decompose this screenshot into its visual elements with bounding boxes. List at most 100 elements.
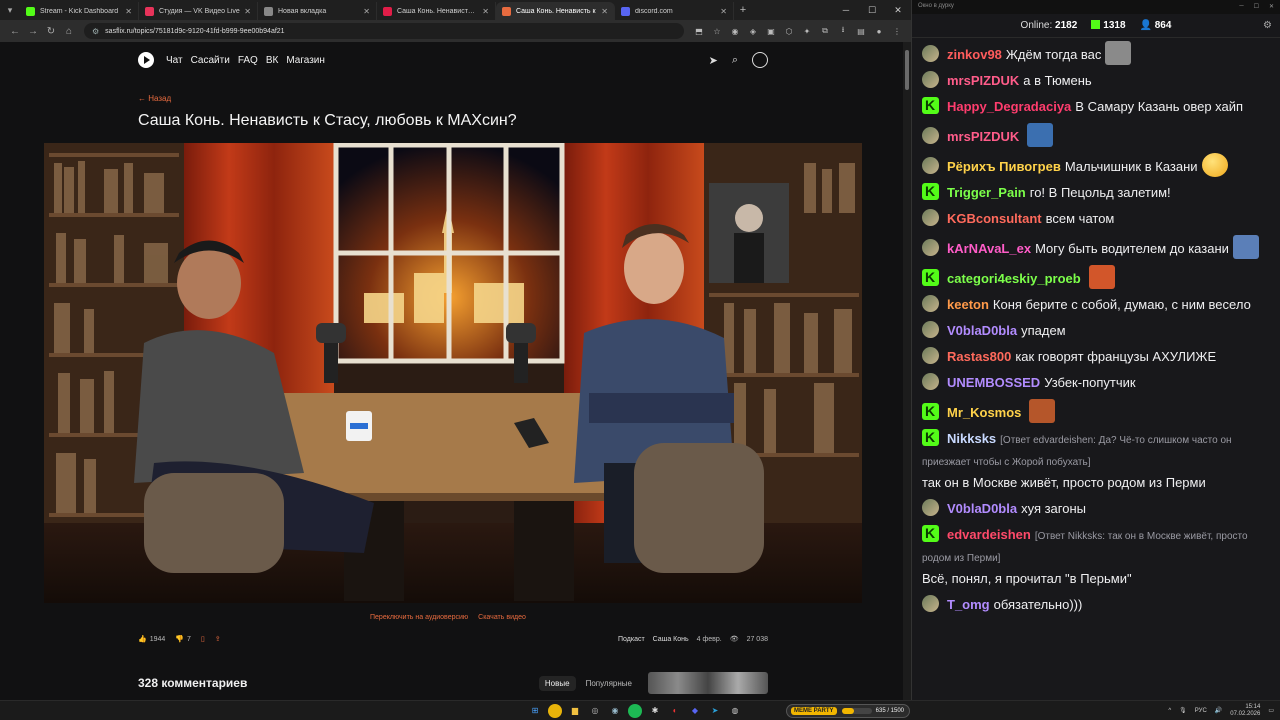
chat-username[interactable]: Happy_Degradaciya xyxy=(947,99,1071,114)
browser-tab[interactable]: Новая вкладка ✕ xyxy=(258,2,377,20)
close-icon[interactable]: ✕ xyxy=(885,5,911,16)
share-icon[interactable]: ⇪ xyxy=(215,635,221,643)
telegram-icon[interactable]: ➤ xyxy=(708,704,722,718)
windows-start-icon[interactable]: ⊞ xyxy=(528,704,542,718)
chat-username[interactable]: UNEMBOSSED xyxy=(947,375,1040,390)
volume-icon[interactable]: 🔊 xyxy=(1215,707,1222,714)
tab-close-icon[interactable]: ✕ xyxy=(720,7,727,16)
close-icon[interactable]: ✕ xyxy=(1269,3,1274,11)
chat-username[interactable]: KGBconsultant xyxy=(947,211,1042,226)
tag-podcast[interactable]: Подкаст xyxy=(618,636,645,643)
spotify-icon[interactable] xyxy=(628,703,642,718)
scrollbar-thumb[interactable] xyxy=(905,50,909,90)
reload-icon[interactable]: ↻ xyxy=(42,26,60,37)
profile-icon[interactable]: ● xyxy=(872,24,886,38)
mic-icon[interactable]: 🎙 xyxy=(1179,707,1187,714)
tab-close-icon[interactable]: ✕ xyxy=(125,7,132,16)
maximize-icon[interactable]: ☐ xyxy=(1254,3,1259,11)
download-icon[interactable]: ⭳ xyxy=(836,24,850,38)
tab-search-icon[interactable]: ▾ xyxy=(0,0,20,20)
minimize-icon[interactable]: ─ xyxy=(1239,3,1243,11)
download-video-link[interactable]: Скачать видео xyxy=(478,614,526,621)
extension-icon[interactable]: ◈ xyxy=(746,24,760,38)
site-logo-play-icon[interactable] xyxy=(138,52,154,68)
extension-icon[interactable]: ◉ xyxy=(728,24,742,38)
extension-icon[interactable]: ✦ xyxy=(800,24,814,38)
browser-tab[interactable]: Саша Конь. Ненависть к ✕ xyxy=(496,2,615,20)
chat-username[interactable]: mrsPIZDUK xyxy=(947,129,1019,144)
clock[interactable]: 15:14 07.02.2026 xyxy=(1230,704,1260,718)
browser-tab[interactable]: Саша Конь. Ненависть к Стас ✕ xyxy=(377,2,496,20)
chat-username[interactable]: Рёрихъ Пивогрев xyxy=(947,159,1061,174)
chat-username[interactable]: Rastas800 xyxy=(947,349,1011,364)
browser-tab[interactable]: Студия — VK Видео Live ✕ xyxy=(139,2,258,20)
install-icon[interactable]: ⬒ xyxy=(692,24,706,38)
chat-username[interactable]: kArNAvaL_ex xyxy=(947,241,1031,256)
bookmark-star-icon[interactable]: ☆ xyxy=(710,24,724,38)
tag-author[interactable]: Саша Конь xyxy=(653,636,689,643)
banner-image[interactable] xyxy=(648,672,768,694)
chat-username[interactable]: Mr_Kosmos xyxy=(947,405,1021,420)
chat-username[interactable]: keeton xyxy=(947,297,989,312)
discord-icon[interactable]: ◆ xyxy=(688,704,702,718)
url-field[interactable]: ⚙ sasflix.ru/topics/75181d9c-9120-41fd-b… xyxy=(84,23,684,39)
browser-tab[interactable]: Stream - Kick Dashboard ✕ xyxy=(20,2,139,20)
sort-new-button[interactable]: Новые xyxy=(538,675,576,691)
back-link[interactable]: ← Назад xyxy=(138,94,171,103)
settings-gear-icon[interactable]: ⚙ xyxy=(1263,20,1272,31)
obs-icon[interactable]: ◍ xyxy=(728,704,742,718)
maximize-icon[interactable]: ☐ xyxy=(859,5,885,16)
site-info-icon[interactable]: ⚙ xyxy=(92,27,99,36)
chat-username[interactable]: categori4eskiy_proeb xyxy=(947,271,1081,286)
app-icon[interactable]: ◎ xyxy=(588,704,602,718)
tab-close-icon[interactable]: ✕ xyxy=(601,7,608,16)
chrome-icon[interactable] xyxy=(548,703,562,718)
chat-username[interactable]: V0blaD0bla xyxy=(947,323,1017,338)
nav-shop[interactable]: Магазин xyxy=(286,55,325,66)
extension-icon[interactable]: ⬡ xyxy=(782,24,796,38)
steam-icon[interactable]: ◉ xyxy=(608,704,622,718)
tray-overflow-icon[interactable]: ^ xyxy=(1168,708,1171,714)
tab-close-icon[interactable]: ✕ xyxy=(482,7,489,16)
chat-username[interactable]: Trigger_Pain xyxy=(947,185,1026,200)
app-icon[interactable]: ◐ xyxy=(668,704,682,718)
explorer-icon[interactable]: ▆ xyxy=(568,704,582,718)
sort-popular-button[interactable]: Популярные xyxy=(580,676,638,691)
dislike-button[interactable]: 👎 7 xyxy=(175,635,191,644)
page-scrollbar[interactable] xyxy=(903,42,911,700)
telegram-icon[interactable]: ➤ xyxy=(709,54,718,67)
new-tab-button[interactable]: + xyxy=(734,4,752,16)
chat-message-list[interactable]: zinkov98 Ждём тогда вас mrsPIZDUK а в Тюмен… xyxy=(922,38,1270,688)
audio-version-link[interactable]: Переключить на аудиоверсию xyxy=(370,614,468,621)
chat-username[interactable]: zinkov98 xyxy=(947,47,1002,62)
meme-party-widget[interactable]: MEME PARTY 635 / 1500 xyxy=(786,704,910,718)
forward-icon[interactable]: → xyxy=(24,26,42,37)
chat-username[interactable]: edvardeishen xyxy=(947,527,1031,542)
notification-icon[interactable]: ▭ xyxy=(1268,707,1274,714)
tab-close-icon[interactable]: ✕ xyxy=(244,7,251,16)
nav-vk[interactable]: ВК xyxy=(266,55,279,66)
extension-icon[interactable]: ▣ xyxy=(764,24,778,38)
chat-username[interactable]: mrsPIZDUK xyxy=(947,73,1019,88)
browser-tab[interactable]: discord.com ✕ xyxy=(615,2,734,20)
minimize-icon[interactable]: ─ xyxy=(833,5,859,16)
nav-sasaity[interactable]: Сасайти xyxy=(191,55,230,66)
extensions-puzzle-icon[interactable]: ⧉ xyxy=(818,24,832,38)
back-icon[interactable]: ← xyxy=(6,26,24,37)
chat-username[interactable]: T_omg xyxy=(947,597,990,612)
menu-icon[interactable]: ⋮ xyxy=(890,24,904,38)
tab-close-icon[interactable]: ✕ xyxy=(363,7,370,16)
account-icon[interactable] xyxy=(752,52,768,68)
chat-username[interactable]: Nikksks xyxy=(947,431,996,446)
like-button[interactable]: 👍 1944 xyxy=(138,635,165,644)
video-player[interactable] xyxy=(44,143,862,603)
chat-username[interactable]: V0blaD0bla xyxy=(947,501,1017,516)
language-indicator[interactable]: РУС xyxy=(1195,708,1207,714)
nav-faq[interactable]: FAQ xyxy=(238,55,258,66)
sidebar-icon[interactable]: ▤ xyxy=(854,24,868,38)
home-icon[interactable]: ⌂ xyxy=(60,26,78,37)
nav-chat[interactable]: Чат xyxy=(166,55,183,66)
bookmark-icon[interactable]: ▯ xyxy=(201,635,205,643)
app-icon[interactable]: ✱ xyxy=(648,704,662,718)
search-icon[interactable]: ⌕ xyxy=(732,54,738,67)
